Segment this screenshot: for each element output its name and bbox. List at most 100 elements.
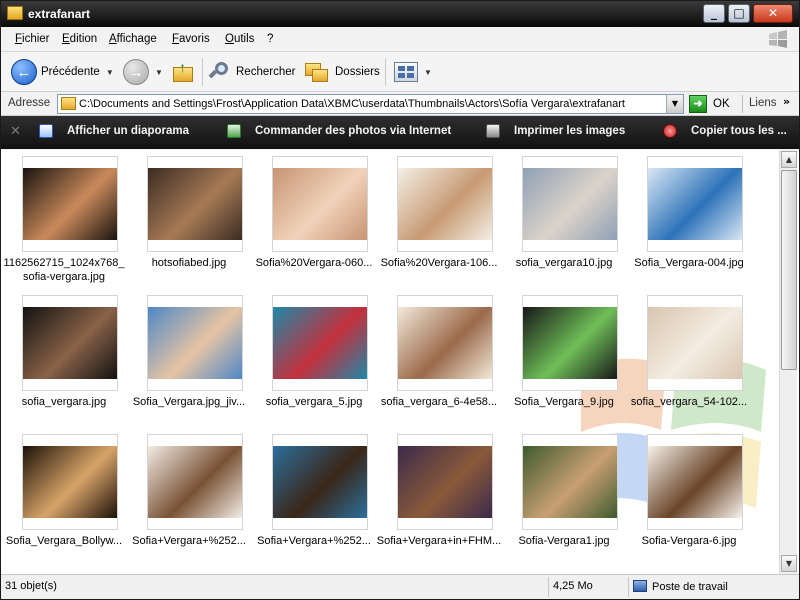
file-thumbnail[interactable]: Sofia_Vergara.jpg_jiv... — [127, 289, 252, 427]
thumbnail-frame[interactable] — [647, 295, 743, 391]
task-print[interactable]: Imprimer les images — [486, 124, 625, 138]
thumbnail-frame[interactable] — [397, 434, 493, 530]
file-name[interactable]: Sofia-Vergara-6.jpg — [621, 534, 757, 548]
thumbnail-image[interactable] — [23, 307, 117, 379]
file-name[interactable]: hotsofiabed.jpg — [121, 256, 257, 270]
thumbnail-image[interactable] — [398, 446, 492, 518]
thumbnail-frame[interactable] — [147, 156, 243, 252]
task-slideshow[interactable]: Afficher un diaporama — [39, 124, 189, 138]
file-thumbnail[interactable]: 1162562715_1024x768_ sofia-vergara.jpg — [2, 150, 127, 288]
thumbnail-image[interactable] — [398, 168, 492, 240]
close-icon[interactable]: ✕ — [10, 124, 21, 139]
thumbnail-image[interactable] — [648, 307, 742, 379]
thumbnail-frame[interactable] — [647, 156, 743, 252]
folders-button[interactable]: Dossiers — [305, 56, 380, 88]
address-path[interactable]: C:\Documents and Settings\Frost\Applicat… — [79, 98, 625, 110]
menu-view[interactable]: Affichage — [109, 33, 157, 45]
thumbnail-frame[interactable] — [522, 295, 618, 391]
thumbnail-frame[interactable] — [647, 434, 743, 530]
thumbnail-frame[interactable] — [522, 156, 618, 252]
thumbnail-image[interactable] — [273, 168, 367, 240]
file-name[interactable]: Sofia%20Vergara-060... — [246, 256, 382, 270]
menu-favorites[interactable]: Favoris — [172, 33, 210, 45]
file-thumbnail[interactable]: Sofia%20Vergara-106... — [377, 150, 502, 288]
task-copy-cd[interactable]: Copier tous les ... — [663, 124, 787, 138]
links-button[interactable]: Liens — [749, 97, 777, 109]
thumbnail-frame[interactable] — [272, 434, 368, 530]
chevron-down-icon[interactable]: ▼ — [424, 68, 432, 77]
chevron-right-icon[interactable]: » — [783, 95, 790, 108]
thumbnail-image[interactable] — [273, 307, 367, 379]
file-thumbnail[interactable]: sofia_vergara_54-102... — [627, 289, 752, 427]
search-button[interactable]: Rechercher — [208, 56, 295, 88]
thumbnail-frame[interactable] — [22, 156, 118, 252]
thumbnail-image[interactable] — [148, 168, 242, 240]
thumbnail-image[interactable] — [523, 446, 617, 518]
file-name[interactable]: 1162562715_1024x768_ sofia-vergara.jpg — [1, 256, 132, 284]
file-name[interactable]: sofia_vergara_6-4e58... — [371, 395, 507, 409]
file-thumbnail[interactable]: sofia_vergara10.jpg — [502, 150, 627, 288]
forward-button[interactable]: → ▼ — [123, 56, 163, 88]
file-name[interactable]: sofia_vergara.jpg — [1, 395, 132, 409]
file-name[interactable]: sofia_vergara_5.jpg — [246, 395, 382, 409]
file-name[interactable]: Sofia%20Vergara-106... — [371, 256, 507, 270]
file-name[interactable]: Sofia_Vergara.jpg_jiv... — [121, 395, 257, 409]
file-name[interactable]: Sofia+Vergara+%252... — [246, 534, 382, 548]
thumbnail-image[interactable] — [148, 446, 242, 518]
file-name[interactable]: sofia_vergara10.jpg — [496, 256, 632, 270]
file-thumbnail[interactable]: Sofia-Vergara-6.jpg — [627, 428, 752, 566]
thumbnail-frame[interactable] — [522, 434, 618, 530]
file-thumbnail[interactable]: Sofia_Vergara-004.jpg — [627, 150, 752, 288]
thumbnail-image[interactable] — [648, 168, 742, 240]
menu-file[interactable]: Fichier — [15, 33, 50, 45]
file-name[interactable]: Sofia+Vergara+%252... — [121, 534, 257, 548]
go-button[interactable]: ➜ OK — [689, 95, 730, 113]
thumbnail-frame[interactable] — [22, 434, 118, 530]
file-name[interactable]: Sofia-Vergara1.jpg — [496, 534, 632, 548]
chevron-down-icon[interactable]: ▼ — [666, 95, 683, 113]
chevron-down-icon[interactable]: ▼ — [106, 68, 114, 77]
file-name[interactable]: Sofia+Vergara+in+FHM... — [371, 534, 507, 548]
vertical-scrollbar[interactable]: ▲ ▼ — [779, 150, 797, 574]
task-order-prints[interactable]: Commander des photos via Internet — [227, 124, 451, 138]
thumbnail-frame[interactable] — [397, 295, 493, 391]
back-button[interactable]: ← Précédente ▼ — [11, 56, 114, 88]
file-thumbnail[interactable]: Sofia+Vergara+%252... — [252, 428, 377, 566]
minimize-button[interactable]: _ — [703, 4, 725, 23]
thumbnail-image[interactable] — [523, 307, 617, 379]
scroll-up-icon[interactable]: ▲ — [781, 151, 797, 168]
file-view[interactable]: 1162562715_1024x768_ sofia-vergara.jpg ho… — [1, 150, 799, 574]
file-name[interactable]: Sofia_Vergara_9.jpg — [496, 395, 632, 409]
views-button[interactable]: ▼ — [394, 56, 432, 88]
maximize-button[interactable]: □ — [728, 4, 750, 23]
chevron-down-icon[interactable]: ▼ — [155, 68, 163, 77]
file-thumbnail[interactable]: Sofia_Vergara_Bollyw... — [2, 428, 127, 566]
file-name[interactable]: Sofia_Vergara_Bollyw... — [1, 534, 132, 548]
file-thumbnail[interactable]: sofia_vergara_6-4e58... — [377, 289, 502, 427]
file-thumbnail[interactable]: sofia_vergara_5.jpg — [252, 289, 377, 427]
title-bar[interactable]: extrafanart _ □ ✕ — [1, 1, 799, 27]
thumbnail-frame[interactable] — [147, 434, 243, 530]
thumbnail-image[interactable] — [273, 446, 367, 518]
menu-edit[interactable]: Edition — [62, 33, 97, 45]
thumbnail-frame[interactable] — [272, 156, 368, 252]
thumbnail-image[interactable] — [398, 307, 492, 379]
file-thumbnail[interactable]: sofia_vergara.jpg — [2, 289, 127, 427]
thumbnail-image[interactable] — [148, 307, 242, 379]
thumbnail-image[interactable] — [648, 446, 742, 518]
thumbnail-image[interactable] — [23, 168, 117, 240]
file-thumbnail[interactable]: Sofia-Vergara1.jpg — [502, 428, 627, 566]
thumbnail-frame[interactable] — [147, 295, 243, 391]
menu-tools[interactable]: Outils — [225, 33, 254, 45]
file-name[interactable]: sofia_vergara_54-102... — [621, 395, 757, 409]
scrollbar-thumb[interactable] — [781, 170, 797, 370]
up-folder-button[interactable]: ↑ — [173, 56, 195, 88]
address-field[interactable]: C:\Documents and Settings\Frost\Applicat… — [57, 94, 684, 114]
file-thumbnail[interactable]: Sofia_Vergara_9.jpg — [502, 289, 627, 427]
thumbnail-frame[interactable] — [397, 156, 493, 252]
thumbnail-image[interactable] — [523, 168, 617, 240]
file-thumbnail[interactable]: hotsofiabed.jpg — [127, 150, 252, 288]
close-button[interactable]: ✕ — [753, 4, 793, 23]
thumbnail-frame[interactable] — [272, 295, 368, 391]
menu-help[interactable]: ? — [267, 33, 273, 45]
